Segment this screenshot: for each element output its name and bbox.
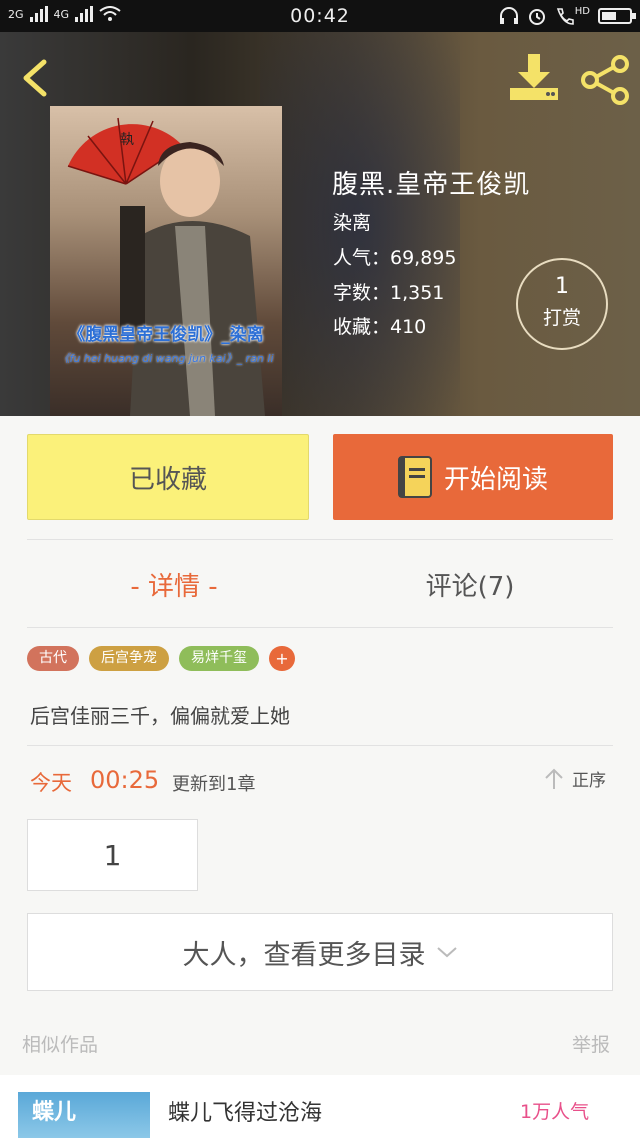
- alarm-icon: [528, 9, 545, 25]
- share-button[interactable]: [580, 54, 632, 106]
- book-title: 腹黑.皇帝王俊凯: [332, 170, 531, 200]
- update-text: 更新到1章: [172, 774, 256, 795]
- start-reading-button[interactable]: 开始阅读: [333, 434, 613, 520]
- tab-comments[interactable]: 评论(7): [390, 566, 550, 603]
- divider: [27, 539, 613, 540]
- back-button[interactable]: [16, 56, 56, 100]
- tag-yi-yangqianxi[interactable]: 易烊千玺: [179, 646, 259, 671]
- report-link[interactable]: 举报: [572, 1030, 610, 1057]
- similar-works-heading: 相似作品: [22, 1034, 99, 1056]
- collected-button[interactable]: 已收藏: [27, 434, 309, 520]
- cover-title-text: 《腹黑皇帝王俊凯》_染离: [68, 325, 264, 345]
- book-intro: 后宫佳丽三千，偏偏就爱上她: [30, 704, 290, 728]
- chevron-down-icon: [436, 947, 457, 958]
- headphones-icon: [499, 7, 518, 24]
- sort-order-button[interactable]: 正序: [544, 766, 606, 791]
- tip-button[interactable]: 1 打赏: [516, 258, 608, 350]
- status-icons: HD: [499, 5, 636, 26]
- chapter-number: 1: [103, 838, 122, 872]
- hd-label: HD: [574, 5, 590, 17]
- tag-palace-intrigue[interactable]: 后宫争宠: [89, 646, 169, 671]
- status-bar: 2G 4G 00:42 HD: [0, 0, 640, 32]
- more-catalog-button[interactable]: 大人，查看更多目录: [27, 913, 613, 991]
- update-time: 00:25: [90, 766, 160, 794]
- book-cover[interactable]: 執 《腹黑皇帝王俊凯》_染离 《fu hei huang di wang jun…: [50, 106, 282, 416]
- divider: [27, 627, 613, 628]
- tip-label: 打赏: [542, 307, 581, 329]
- collected-label: 已收藏: [128, 464, 207, 495]
- start-reading-label: 开始阅读: [443, 464, 548, 495]
- book-header: 執 《腹黑皇帝王俊凯》_染离 《fu hei huang di wang jun…: [0, 32, 640, 416]
- word-count-stat: 字数：1,351: [333, 282, 445, 304]
- sort-order-label: 正序: [572, 771, 606, 791]
- similar-work-title: 蝶儿飞得过沧海: [168, 1101, 323, 1126]
- divider: [27, 745, 613, 746]
- share-icon: [581, 55, 629, 105]
- arrow-up-icon: [545, 768, 563, 789]
- chapter-1-button[interactable]: 1: [27, 819, 198, 891]
- book-author[interactable]: 染离: [333, 208, 371, 235]
- tag-list: 古代 后宫争宠 易烊千玺 +: [27, 646, 295, 671]
- similar-work-item[interactable]: 蝶儿 蝶儿飞得过沧海 1万人气: [0, 1075, 640, 1138]
- download-icon: [510, 54, 558, 100]
- phone-hd-icon: [556, 8, 574, 25]
- update-day: 今天: [30, 771, 72, 795]
- tab-detail[interactable]: - 详情 -: [88, 566, 260, 603]
- battery-icon: [598, 8, 636, 24]
- favorites-stat: 收藏：410: [333, 316, 427, 338]
- add-tag-button[interactable]: +: [269, 646, 295, 671]
- book-icon: [397, 456, 432, 498]
- more-catalog-label: 大人，查看更多目录: [182, 939, 426, 971]
- similar-work-cover-text: 蝶儿: [32, 1100, 77, 1125]
- tag-ancient[interactable]: 古代: [27, 646, 79, 671]
- person-image: [120, 142, 265, 416]
- popularity-stat: 人气：69,895: [333, 247, 457, 269]
- similar-work-cover: 蝶儿: [18, 1092, 150, 1138]
- tip-count: 1: [555, 274, 569, 299]
- cover-subtitle-text: 《fu hei huang di wang jun kai》_ ran li: [58, 352, 274, 365]
- similar-work-popularity: 1万人气: [520, 1101, 590, 1123]
- chevron-left-icon: [23, 59, 47, 97]
- download-button[interactable]: [508, 54, 560, 102]
